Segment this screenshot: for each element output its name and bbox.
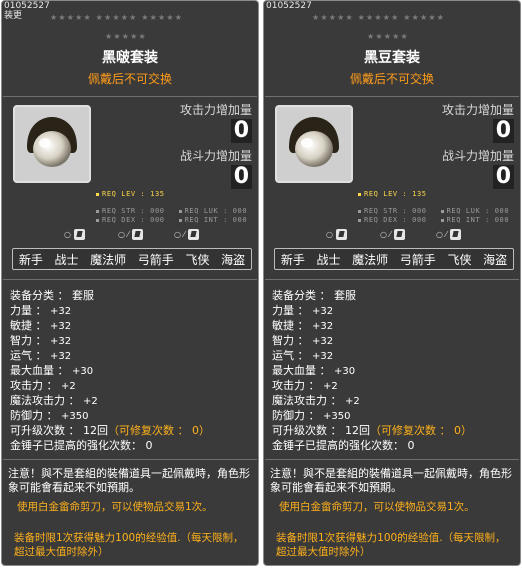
gender-icon <box>73 229 85 240</box>
item-subtext: 装更 <box>4 11 23 21</box>
job-warrior: 战士 <box>316 252 341 267</box>
job-magician: 魔法师 <box>90 252 127 267</box>
stat-defense: 防御力 ： +350 <box>10 409 89 422</box>
gender-req-1: ○ <box>64 229 85 240</box>
divider <box>3 279 257 280</box>
set-warning-note: 注意！與不是套組的裝備道具一起佩戴時，角色形象可能會看起来不如預期。 <box>270 467 512 494</box>
stat-dex: 敏捷 ： +32 <box>272 319 334 332</box>
stat-luk: 运气 ： +32 <box>10 349 72 362</box>
scissors-note: 使用白金畲命剪刀，可以使物品交易1次。 <box>17 501 213 513</box>
scissors-note: 使用白金畲命剪刀，可以使物品交易1次。 <box>279 501 475 513</box>
gender-icon <box>393 229 405 240</box>
req-str-luk: REQ STR : 000 REQ LUK : 000 <box>358 207 509 215</box>
stat-int: 智力 ： +32 <box>10 334 72 347</box>
attack-increase-label: 攻击力增加量 <box>179 103 252 117</box>
req-str-luk: REQ STR : 000 REQ LUK : 000 <box>96 207 247 215</box>
power-increase-label: 战斗力增加量 <box>441 149 514 163</box>
stat-magic-attack: 魔法攻击力 ： +2 <box>272 394 360 407</box>
job-list: 新手 战士 魔法师 弓箭手 飞侠 海盗 <box>12 248 252 270</box>
gender-icon <box>335 229 347 240</box>
stat-magic-attack: 魔法攻击力 ： +2 <box>10 394 98 407</box>
charm-exp-note: 装备时限1次获得魅力100的经验值.（每天限制，超过最大值时除外） <box>276 532 506 558</box>
trade-restriction: 佩戴后不可交换 <box>87 72 172 86</box>
gender-icon <box>187 229 199 240</box>
stat-max-hp: 最大血量 ： +30 <box>272 364 356 377</box>
stat-luk: 运气 ： +32 <box>272 349 334 362</box>
stat-str: 力量 ： +32 <box>272 304 334 317</box>
gender-req-3: ○ ⁄ <box>436 229 461 240</box>
stat-attack: 攻击力 ： +2 <box>10 379 76 392</box>
star-rating-row-2: ★★★★★ <box>105 32 147 41</box>
charm-exp-note: 装备时限1次获得魅力100的经验值.（每天限制，超过最大值时除外） <box>14 532 244 558</box>
divider <box>3 96 257 97</box>
item-stats: 装备分类 ： 套服 力量 ： +32 敏捷 ： +32 智力 ： +32 运气 … <box>10 288 210 453</box>
egg-helmet-icon <box>27 117 77 167</box>
job-bowman: 弓箭手 <box>137 252 174 267</box>
job-thief: 飞侠 <box>447 252 472 267</box>
trade-restriction: 佩戴后不可交换 <box>349 72 434 86</box>
job-bowman: 弓箭手 <box>399 252 436 267</box>
stat-defense: 防御力 ： +350 <box>272 409 351 422</box>
item-name: 黑豆套装 <box>364 50 420 66</box>
gender-req-3: ○ ⁄ <box>174 229 199 240</box>
stat-dex: 敏捷 ： +32 <box>10 319 72 332</box>
star-rating-row: ★★★★★ ★★★★★ ★★★★★ <box>312 13 446 22</box>
gender-req-2: ○ ⁄ <box>118 229 143 240</box>
stat-category: 装备分类 ： 套服 <box>272 289 356 302</box>
attack-increase-label: 攻击力增加量 <box>441 103 514 117</box>
stat-int: 智力 ： +32 <box>272 334 334 347</box>
job-warrior: 战士 <box>54 252 79 267</box>
stat-attack: 攻击力 ： +2 <box>272 379 338 392</box>
divider <box>265 96 519 97</box>
job-pirate: 海盗 <box>221 252 246 267</box>
stat-upgrades: 可升级次数 ： 12回（可修复次数 ： 0） <box>272 424 472 437</box>
stat-category: 装备分类 ： 套服 <box>10 289 94 302</box>
item-name: 黑啵套装 <box>102 50 158 66</box>
job-pirate: 海盗 <box>483 252 508 267</box>
power-increase-value: 0 <box>492 165 514 189</box>
job-beginner: 新手 <box>18 252 43 267</box>
item-icon-frame <box>275 105 353 183</box>
gender-req-1: ○ <box>326 229 347 240</box>
stat-max-hp: 最大血量 ： +30 <box>10 364 94 377</box>
egg-helmet-icon <box>289 117 339 167</box>
power-increase-value: 0 <box>230 165 252 189</box>
gender-icon <box>131 229 143 240</box>
job-thief: 飞侠 <box>185 252 210 267</box>
req-dex-int: REQ DEX : 000 REQ INT : 000 <box>96 216 247 224</box>
item-id: 01052527 <box>266 1 312 11</box>
attack-increase-value: 0 <box>230 119 252 143</box>
gender-icon <box>449 229 461 240</box>
item-stats: 装备分类 ： 套服 力量 ： +32 敏捷 ： +32 智力 ： +32 运气 … <box>272 288 472 453</box>
divider <box>265 279 519 280</box>
req-level: REQ LEV : 135 <box>358 190 427 198</box>
item-id: 01052527 <box>4 1 50 11</box>
stat-hammer: 金锤子已提高的强化次数： 0 <box>272 439 415 452</box>
req-dex-int: REQ DEX : 000 REQ INT : 000 <box>358 216 509 224</box>
job-list: 新手 战士 魔法师 弓箭手 飞侠 海盗 <box>274 248 514 270</box>
attack-increase-value: 0 <box>492 119 514 143</box>
stat-str: 力量 ： +32 <box>10 304 72 317</box>
item-icon-frame <box>13 105 91 183</box>
divider <box>265 459 519 460</box>
star-rating-row-2: ★★★★★ <box>367 32 409 41</box>
stat-upgrades: 可升级次数 ： 12回（可修复次数 ： 0） <box>10 424 210 437</box>
star-rating-row: ★★★★★ ★★★★★ ★★★★★ <box>50 13 184 22</box>
job-magician: 魔法师 <box>352 252 389 267</box>
stat-hammer: 金锤子已提高的强化次数： 0 <box>10 439 153 452</box>
power-increase-label: 战斗力增加量 <box>179 149 252 163</box>
item-tooltip-1: 01052527 装更 ★★★★★ ★★★★★ ★★★★★ ★★★★★ 黑啵套装… <box>1 0 259 566</box>
req-level: REQ LEV : 135 <box>96 190 165 198</box>
job-beginner: 新手 <box>280 252 305 267</box>
set-warning-note: 注意！與不是套組的裝備道具一起佩戴時，角色形象可能會看起来不如預期。 <box>8 467 250 494</box>
divider <box>3 459 257 460</box>
item-tooltip-2: 01052527 ★★★★★ ★★★★★ ★★★★★ ★★★★★ 黑豆套装 佩戴… <box>263 0 521 566</box>
gender-req-2: ○ ⁄ <box>380 229 405 240</box>
